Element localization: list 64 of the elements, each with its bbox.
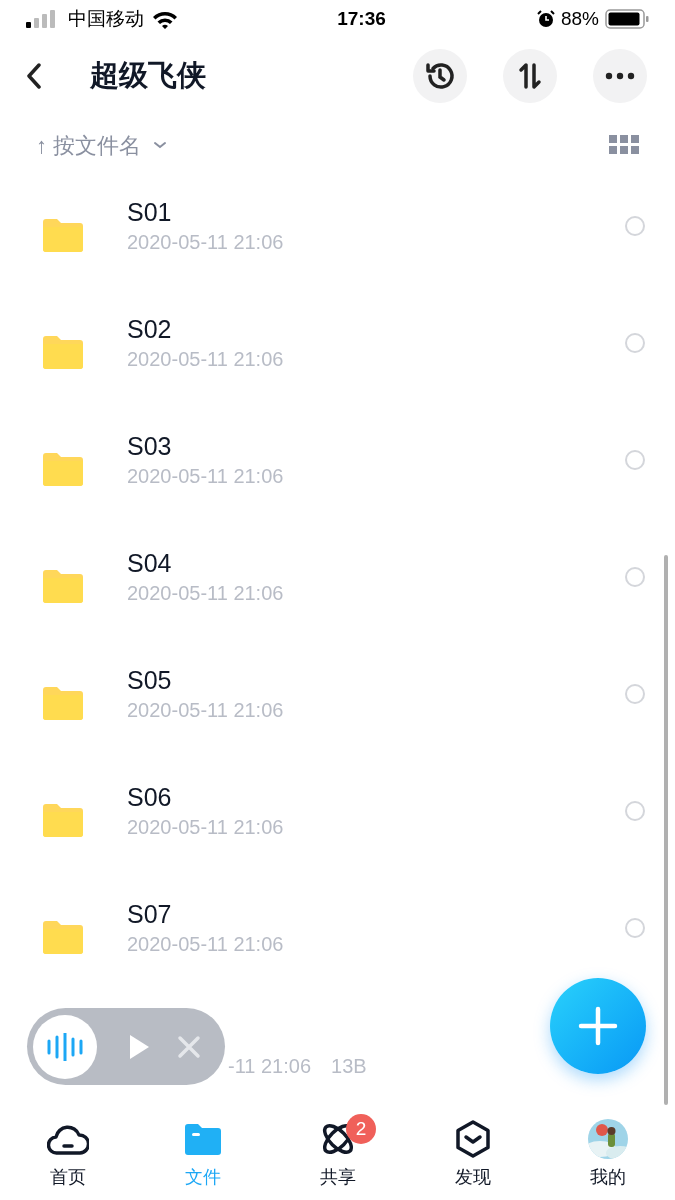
folder-name: S06 [127, 781, 173, 813]
close-icon [177, 1034, 201, 1059]
select-radio[interactable] [625, 917, 645, 938]
modified-date: 2020-05-11 21:06 [127, 229, 285, 255]
folder-name: S07 [127, 898, 173, 930]
tab-bar-item[interactable]: 首页 [0, 1118, 135, 1200]
select-radio[interactable] [625, 215, 645, 236]
folder-name: S01 [127, 196, 173, 228]
folder-icon [43, 451, 83, 486]
folder-icon [43, 217, 83, 252]
modified-date: 2020-05-11 21:06 [127, 346, 285, 372]
alarm-icon [536, 10, 555, 28]
modified-date: 2020-05-11 21:06 [127, 931, 285, 957]
page-title: 超级飞侠 [90, 58, 207, 94]
tab-bar-item[interactable]: 我的 [540, 1118, 675, 1200]
tab-bar-item[interactable]: 发现 [405, 1118, 540, 1200]
close-button[interactable] [177, 1034, 201, 1059]
sound-wave-icon [46, 1032, 84, 1061]
file-size: 13B [331, 1054, 367, 1079]
battery-percent: 88% [560, 6, 599, 31]
folder-row[interactable]: S03 2020-05-11 21:06 [0, 410, 675, 527]
add-button[interactable] [550, 978, 646, 1074]
plus-icon [578, 1006, 618, 1046]
folder-name: S05 [127, 664, 173, 696]
battery-icon [605, 9, 649, 29]
audio-wave-button[interactable] [33, 1014, 97, 1079]
select-radio[interactable] [625, 683, 645, 704]
grid-icon [609, 135, 639, 155]
wifi-icon [152, 9, 178, 29]
chevron-down-icon [153, 140, 167, 150]
folder-name: S02 [127, 313, 173, 345]
modified-date: 2020-05-11 21:06 [127, 814, 285, 840]
grid-view-button[interactable] [609, 135, 639, 155]
sort-icon [517, 62, 543, 90]
folder-row[interactable]: S01 2020-05-11 21:06 [0, 176, 675, 293]
folder-name: S03 [127, 430, 173, 462]
folder-row[interactable]: S05 2020-05-11 21:06 [0, 644, 675, 761]
folder-row[interactable]: S02 2020-05-11 21:06 [0, 293, 675, 410]
select-radio[interactable] [625, 800, 645, 821]
hexagon-icon [454, 1120, 491, 1158]
folder-icon [43, 334, 83, 369]
modified-date: 2020-05-11 21:06 [127, 580, 285, 606]
clock: 17:36 [336, 6, 387, 31]
notification-badge: 2 [346, 1114, 376, 1144]
folder-name: S04 [127, 547, 173, 579]
modified-date: -11 21:06 [228, 1054, 312, 1079]
folder-icon [43, 685, 83, 720]
select-radio[interactable] [625, 449, 645, 470]
folder-row[interactable]: S07 2020-05-11 21:06 [0, 878, 675, 995]
folder-icon [43, 568, 83, 603]
select-radio[interactable] [625, 332, 645, 353]
folder-row[interactable]: S04 2020-05-11 21:06 [0, 527, 675, 644]
folder-icon [43, 802, 83, 837]
folder-row[interactable]: S06 2020-05-11 21:06 [0, 761, 675, 878]
back-icon [26, 63, 42, 89]
folder-icon [184, 1123, 221, 1155]
more-icon [605, 72, 635, 80]
history-icon [424, 60, 456, 92]
folder-icon [43, 919, 83, 954]
select-radio[interactable] [625, 566, 645, 587]
carrier-name: 中国移动 [68, 6, 144, 31]
modified-date: 2020-05-11 21:06 [127, 463, 285, 489]
play-icon [127, 1032, 151, 1061]
modified-date: 2020-05-11 21:06 [127, 697, 285, 723]
